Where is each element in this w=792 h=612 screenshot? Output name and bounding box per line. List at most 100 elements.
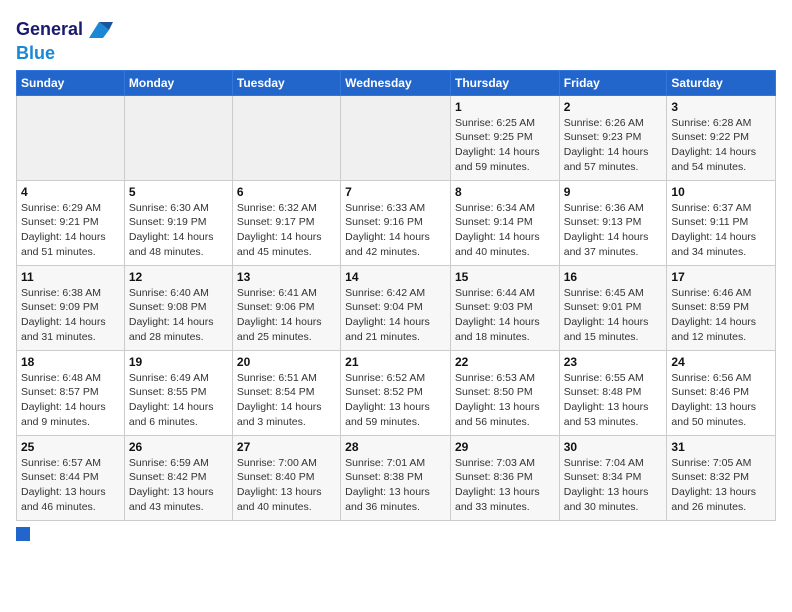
day-number: 24 [671,355,771,369]
day-cell: 18 Sunrise: 6:48 AM Sunset: 8:57 PM Dayli… [17,350,125,435]
day-number: 9 [564,185,663,199]
day-number: 25 [21,440,120,454]
day-cell: 19 Sunrise: 6:49 AM Sunset: 8:55 PM Dayli… [124,350,232,435]
day-cell: 30 Sunrise: 7:04 AM Sunset: 8:34 PM Dayli… [559,435,667,520]
weekday-header-wednesday: Wednesday [341,70,451,95]
day-number: 31 [671,440,771,454]
day-detail: Sunrise: 6:34 AM Sunset: 9:14 PM Dayligh… [455,201,555,260]
day-detail: Sunrise: 6:28 AM Sunset: 9:22 PM Dayligh… [671,116,771,175]
day-number: 4 [21,185,120,199]
day-detail: Sunrise: 6:36 AM Sunset: 9:13 PM Dayligh… [564,201,663,260]
day-detail: Sunrise: 6:59 AM Sunset: 8:42 PM Dayligh… [129,456,228,515]
week-row-5: 25 Sunrise: 6:57 AM Sunset: 8:44 PM Dayli… [17,435,776,520]
day-detail: Sunrise: 6:40 AM Sunset: 9:08 PM Dayligh… [129,286,228,345]
page: General Blue SundayMondayTuesdayWednesda… [0,0,792,612]
day-cell: 13Sunrise: 6:41 AM Sunset: 9:06 PM Dayli… [232,265,340,350]
day-detail: Sunrise: 6:26 AM Sunset: 9:23 PM Dayligh… [564,116,663,175]
day-detail: Sunrise: 6:37 AM Sunset: 9:11 PM Dayligh… [671,201,771,260]
day-detail: Sunrise: 6:32 AM Sunset: 9:17 PM Dayligh… [237,201,336,260]
day-detail: Sunrise: 6:52 AM Sunset: 8:52 PM Dayligh… [345,371,446,430]
day-number: 15 [455,270,555,284]
day-cell [232,95,340,180]
footer [16,527,776,541]
day-cell [341,95,451,180]
day-cell: 2Sunrise: 6:26 AM Sunset: 9:23 PM Daylig… [559,95,667,180]
day-cell: 7 Sunrise: 6:33 AM Sunset: 9:16 PM Daylig… [341,180,451,265]
day-number: 28 [345,440,446,454]
day-detail: Sunrise: 6:56 AM Sunset: 8:46 PM Dayligh… [671,371,771,430]
day-number: 8 [455,185,555,199]
day-number: 30 [564,440,663,454]
day-detail: Sunrise: 6:41 AM Sunset: 9:06 PM Dayligh… [237,286,336,345]
day-number: 5 [129,185,228,199]
day-number: 23 [564,355,663,369]
weekday-header-tuesday: Tuesday [232,70,340,95]
day-detail: Sunrise: 6:55 AM Sunset: 8:48 PM Dayligh… [564,371,663,430]
logo-text: General [16,20,83,40]
day-detail: Sunrise: 6:46 AM Sunset: 8:59 PM Dayligh… [671,286,771,345]
logo: General Blue [16,16,113,64]
day-cell: 20Sunrise: 6:51 AM Sunset: 8:54 PM Dayli… [232,350,340,435]
day-detail: Sunrise: 7:01 AM Sunset: 8:38 PM Dayligh… [345,456,446,515]
day-cell: 23 Sunrise: 6:55 AM Sunset: 8:48 PM Dayli… [559,350,667,435]
week-row-4: 18 Sunrise: 6:48 AM Sunset: 8:57 PM Dayli… [17,350,776,435]
logo-subtext: Blue [16,44,113,64]
day-cell: 15 Sunrise: 6:44 AM Sunset: 9:03 PM Dayli… [450,265,559,350]
day-cell: 17 Sunrise: 6:46 AM Sunset: 8:59 PM Dayli… [667,265,776,350]
day-cell: 22 Sunrise: 6:53 AM Sunset: 8:50 PM Dayli… [450,350,559,435]
day-detail: Sunrise: 6:30 AM Sunset: 9:19 PM Dayligh… [129,201,228,260]
day-detail: Sunrise: 6:42 AM Sunset: 9:04 PM Dayligh… [345,286,446,345]
day-detail: Sunrise: 6:48 AM Sunset: 8:57 PM Dayligh… [21,371,120,430]
weekday-header-monday: Monday [124,70,232,95]
weekday-header-sunday: Sunday [17,70,125,95]
week-row-1: 1 Sunrise: 6:25 AM Sunset: 9:25 PM Daylig… [17,95,776,180]
weekday-header-row: SundayMondayTuesdayWednesdayThursdayFrid… [17,70,776,95]
day-cell: 12 Sunrise: 6:40 AM Sunset: 9:08 PM Dayli… [124,265,232,350]
day-detail: Sunrise: 6:51 AM Sunset: 8:54 PM Dayligh… [237,371,336,430]
day-cell: 16Sunrise: 6:45 AM Sunset: 9:01 PM Dayli… [559,265,667,350]
day-detail: Sunrise: 6:29 AM Sunset: 9:21 PM Dayligh… [21,201,120,260]
header: General Blue [16,10,776,64]
day-detail: Sunrise: 6:38 AM Sunset: 9:09 PM Dayligh… [21,286,120,345]
legend-color-box [16,527,30,541]
day-cell: 5 Sunrise: 6:30 AM Sunset: 9:19 PM Daylig… [124,180,232,265]
day-number: 11 [21,270,120,284]
day-detail: Sunrise: 7:04 AM Sunset: 8:34 PM Dayligh… [564,456,663,515]
day-cell: 24 Sunrise: 6:56 AM Sunset: 8:46 PM Dayli… [667,350,776,435]
day-cell: 8 Sunrise: 6:34 AM Sunset: 9:14 PM Daylig… [450,180,559,265]
day-cell: 14 Sunrise: 6:42 AM Sunset: 9:04 PM Dayli… [341,265,451,350]
day-cell: 3Sunrise: 6:28 AM Sunset: 9:22 PM Daylig… [667,95,776,180]
day-cell: 1 Sunrise: 6:25 AM Sunset: 9:25 PM Daylig… [450,95,559,180]
day-detail: Sunrise: 6:45 AM Sunset: 9:01 PM Dayligh… [564,286,663,345]
day-number: 1 [455,100,555,114]
day-detail: Sunrise: 6:53 AM Sunset: 8:50 PM Dayligh… [455,371,555,430]
week-row-3: 11 Sunrise: 6:38 AM Sunset: 9:09 PM Dayli… [17,265,776,350]
day-cell: 10 Sunrise: 6:37 AM Sunset: 9:11 PM Dayli… [667,180,776,265]
day-number: 14 [345,270,446,284]
day-cell: 29Sunrise: 7:03 AM Sunset: 8:36 PM Dayli… [450,435,559,520]
day-number: 7 [345,185,446,199]
day-detail: Sunrise: 6:57 AM Sunset: 8:44 PM Dayligh… [21,456,120,515]
day-detail: Sunrise: 6:33 AM Sunset: 9:16 PM Dayligh… [345,201,446,260]
day-cell: 31 Sunrise: 7:05 AM Sunset: 8:32 PM Dayli… [667,435,776,520]
day-detail: Sunrise: 6:25 AM Sunset: 9:25 PM Dayligh… [455,116,555,175]
day-cell: 11 Sunrise: 6:38 AM Sunset: 9:09 PM Dayli… [17,265,125,350]
day-cell: 28 Sunrise: 7:01 AM Sunset: 8:38 PM Dayli… [341,435,451,520]
day-cell [124,95,232,180]
day-cell: 6Sunrise: 6:32 AM Sunset: 9:17 PM Daylig… [232,180,340,265]
logo-icon [85,16,113,44]
day-number: 22 [455,355,555,369]
day-number: 27 [237,440,336,454]
day-number: 12 [129,270,228,284]
day-number: 19 [129,355,228,369]
day-number: 10 [671,185,771,199]
week-row-2: 4 Sunrise: 6:29 AM Sunset: 9:21 PM Daylig… [17,180,776,265]
day-detail: Sunrise: 6:49 AM Sunset: 8:55 PM Dayligh… [129,371,228,430]
day-detail: Sunrise: 7:00 AM Sunset: 8:40 PM Dayligh… [237,456,336,515]
weekday-header-thursday: Thursday [450,70,559,95]
day-cell: 27 Sunrise: 7:00 AM Sunset: 8:40 PM Dayli… [232,435,340,520]
day-number: 18 [21,355,120,369]
day-detail: Sunrise: 7:05 AM Sunset: 8:32 PM Dayligh… [671,456,771,515]
day-detail: Sunrise: 6:44 AM Sunset: 9:03 PM Dayligh… [455,286,555,345]
day-number: 17 [671,270,771,284]
